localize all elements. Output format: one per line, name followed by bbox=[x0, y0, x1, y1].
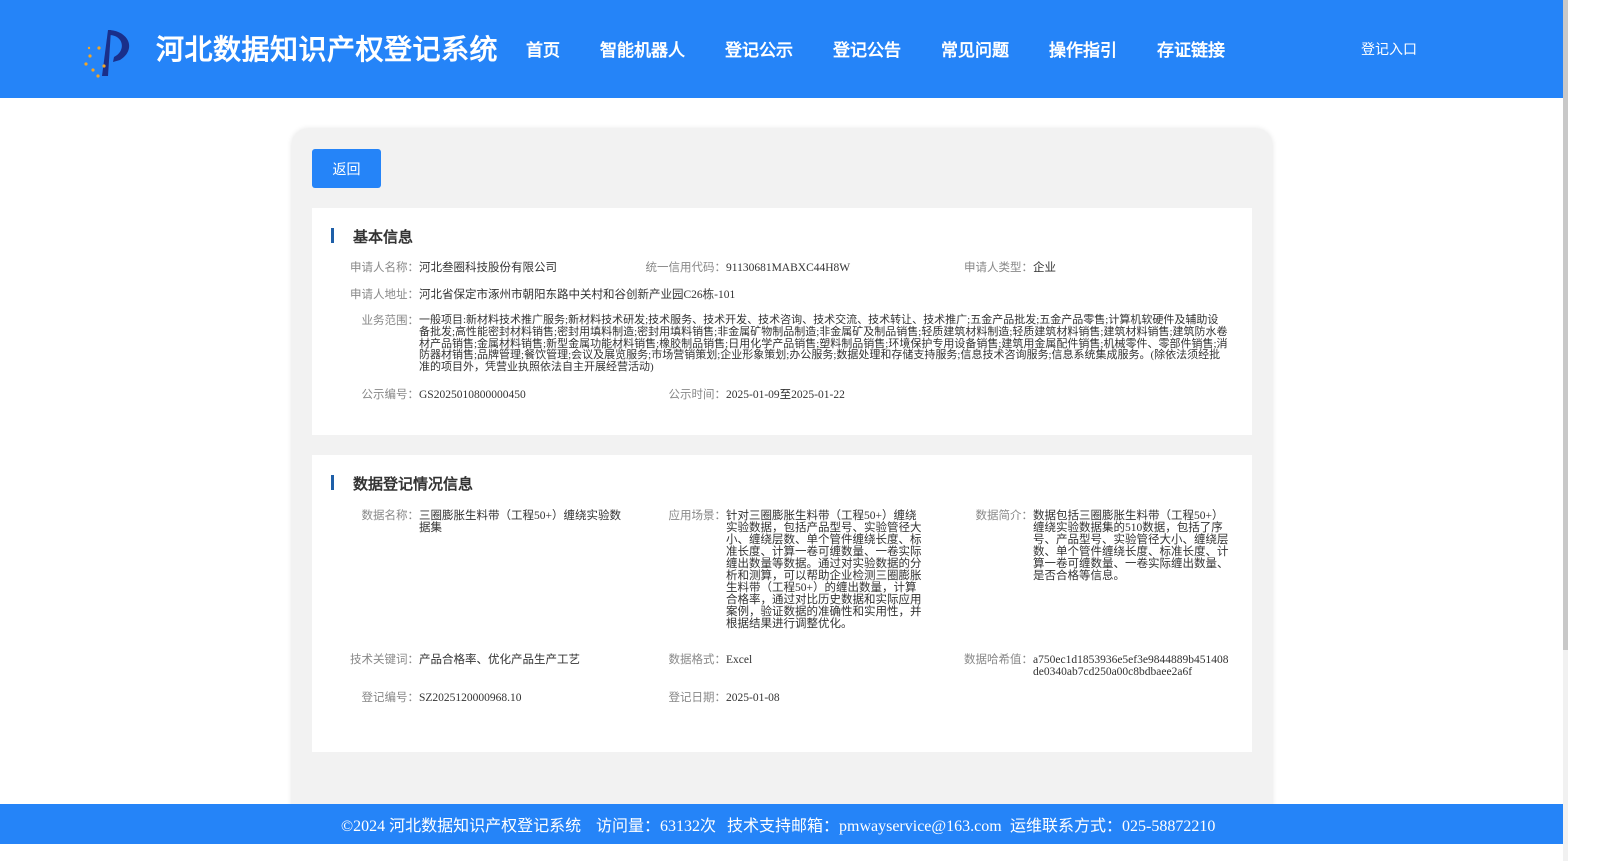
publicity-time-value: 2025-01-09至2025-01-22 bbox=[726, 389, 845, 401]
field-label: 数据哈希值： bbox=[964, 654, 1033, 666]
nav-home[interactable]: 首页 bbox=[526, 36, 560, 61]
field-label: 应用场景： bbox=[668, 510, 727, 522]
nav-robot[interactable]: 智能机器人 bbox=[600, 36, 685, 61]
field-label: 公示时间： bbox=[668, 389, 727, 401]
nav-registration-publicity[interactable]: 登记公示 bbox=[725, 36, 793, 61]
keywords-value: 产品合格率、优化产品生产工艺 bbox=[419, 654, 580, 666]
footer: ©2024 河北数据知识产权登记系统 访问量：63132次 技术支持邮箱：pmw… bbox=[0, 804, 1563, 844]
registration-date-value: 2025-01-08 bbox=[726, 692, 780, 704]
nav-guide[interactable]: 操作指引 bbox=[1049, 36, 1117, 61]
applicant-type-value: 企业 bbox=[1033, 262, 1056, 274]
scenario-value: 针对三圈膨胀生料带（工程50+）缠绕实验数据，包括产品型号、实验管径大小、缠绕层… bbox=[726, 510, 922, 630]
footer-copyright: ©2024 河北数据知识产权登记系统 bbox=[341, 818, 582, 835]
field-label: 申请人类型： bbox=[964, 262, 1033, 274]
business-scope-value: 一般项目:新材料技术推广服务;新材料技术研发;技术服务、技术开发、技术咨询、技术… bbox=[419, 314, 1228, 374]
main-nav: 首页 智能机器人 登记公示 登记公告 常见问题 操作指引 存证链接 bbox=[526, 36, 1265, 61]
top-header: 河北数据知识产权登记系统 首页 智能机器人 登记公示 登记公告 常见问题 操作指… bbox=[0, 0, 1563, 98]
publicity-number-value: GS2025010800000450 bbox=[419, 389, 526, 401]
field-label: 技术关键词： bbox=[350, 654, 419, 666]
field-label: 申请人名称： bbox=[350, 262, 419, 274]
field-label: 业务范围： bbox=[361, 315, 420, 327]
detail-card: 返回 基本信息 申请人名称： 河北叁圈科技股份有限公司 统一信用代码： 9113… bbox=[292, 129, 1272, 829]
field-label: 公示编号： bbox=[361, 389, 420, 401]
registration-number-value: SZ2025120000968.10 bbox=[419, 692, 522, 704]
data-name-value: 三圈膨胀生料带（工程50+）缠绕实验数据集 bbox=[419, 510, 621, 534]
field-label: 登记编号： bbox=[361, 692, 420, 704]
nav-evidence-link[interactable]: 存证链接 bbox=[1157, 36, 1225, 61]
scrollbar-thumb[interactable] bbox=[1563, 0, 1568, 650]
data-registration-section: 数据登记情况信息 数据名称： 三圈膨胀生料带（工程50+）缠绕实验数据集 应用场… bbox=[312, 455, 1252, 752]
field-label: 数据格式： bbox=[668, 654, 727, 666]
back-button[interactable]: 返回 bbox=[312, 149, 381, 188]
section-title-bar bbox=[331, 228, 334, 243]
section-title-bar bbox=[331, 475, 334, 490]
data-intro-value: 数据包括三圈膨胀生料带（工程50+）缠绕实验数据集的510数据，包括了序号、产品… bbox=[1033, 510, 1229, 582]
field-label: 数据名称： bbox=[361, 510, 420, 522]
data-registration-title: 数据登记情况信息 bbox=[353, 475, 474, 493]
nav-faq[interactable]: 常见问题 bbox=[941, 36, 1009, 61]
field-label: 申请人地址： bbox=[350, 289, 419, 301]
data-format-value: Excel bbox=[726, 654, 753, 666]
credit-code-value: 91130681MABXC44H8W bbox=[726, 262, 851, 274]
applicant-name-value: 河北叁圈科技股份有限公司 bbox=[419, 262, 557, 274]
field-label: 统一信用代码： bbox=[645, 262, 727, 274]
login-link[interactable]: 登记入口 bbox=[1361, 39, 1417, 59]
basic-info-section: 基本信息 申请人名称： 河北叁圈科技股份有限公司 统一信用代码： 9113068… bbox=[312, 208, 1252, 435]
logo-icon bbox=[84, 30, 130, 78]
footer-visits: 访问量：63132次 bbox=[596, 818, 717, 835]
address-value: 河北省保定市涿州市朝阳东路中关村和谷创新产业园C26栋-101 bbox=[419, 289, 736, 301]
basic-info-title: 基本信息 bbox=[353, 228, 414, 246]
field-label: 登记日期： bbox=[668, 692, 727, 704]
nav-registration-announcement[interactable]: 登记公告 bbox=[833, 36, 901, 61]
footer-phone: 运维联系方式：025-58872210 bbox=[1010, 818, 1216, 835]
footer-email: 技术支持邮箱：pmwayservice@163.com bbox=[727, 818, 1002, 835]
data-hash-value: a750ec1d1853936e5ef3e9844889b451408de034… bbox=[1033, 654, 1229, 678]
field-label: 数据简介： bbox=[975, 510, 1034, 522]
site-title: 河北数据知识产权登记系统 bbox=[156, 33, 499, 66]
